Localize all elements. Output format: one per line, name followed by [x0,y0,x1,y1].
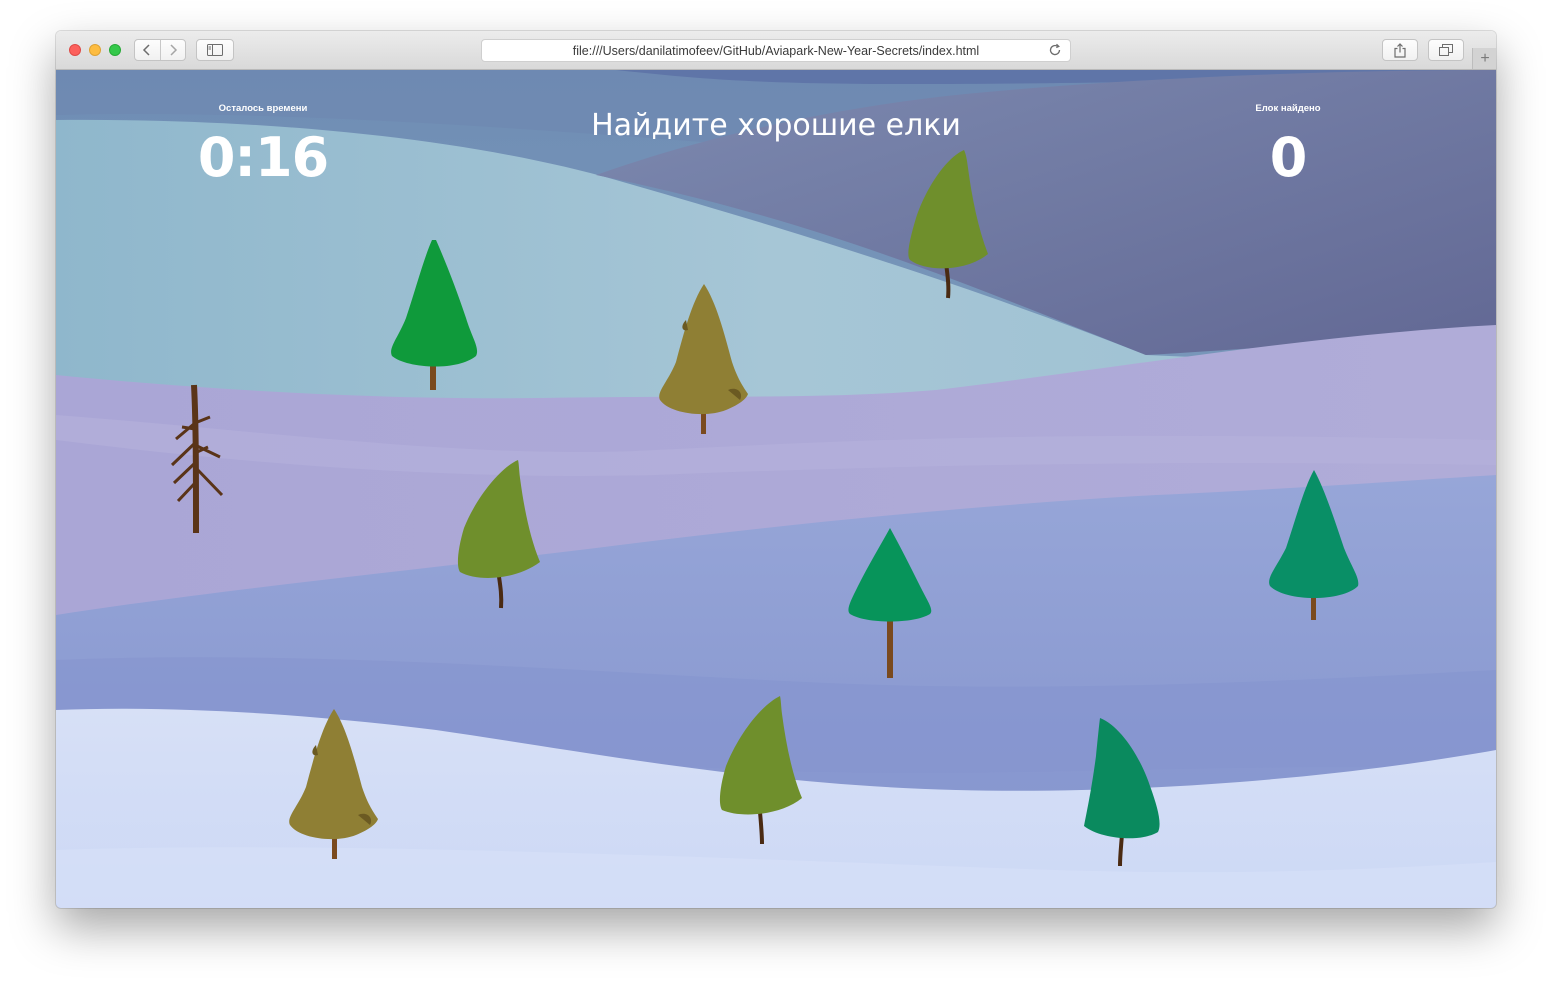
good-tree[interactable] [386,238,482,390]
good-tree[interactable] [846,526,936,678]
game-area: Осталось времени 0:16 Найдите хорошие ел… [56,70,1496,908]
back-button[interactable] [135,40,160,60]
timer-value: 0:16 [197,126,329,189]
bitten-tree[interactable] [656,282,752,434]
reload-icon[interactable] [1048,43,1062,57]
sidebar-button[interactable] [196,39,234,61]
trees-found-label: Елок найдено [1255,103,1321,114]
chevron-left-icon [143,44,150,56]
share-icon [1394,42,1406,58]
navigation-buttons [134,39,186,61]
sidebar-icon [207,44,223,56]
share-button[interactable] [1382,39,1418,61]
tabs-overview-icon [1439,44,1453,56]
chevron-right-icon [170,44,177,56]
bent-tree[interactable] [718,694,804,846]
url-text: file:///Users/danilatimofeev/GitHub/Avia… [572,43,980,58]
browser-toolbar: file:///Users/danilatimofeev/GitHub/Avia… [56,31,1496,70]
game-title: Найдите хорошие елки [591,108,961,143]
forward-button[interactable] [161,40,186,60]
minimize-window-button[interactable] [89,44,101,56]
plus-icon: + [1480,49,1490,67]
dead-tree[interactable] [164,383,234,535]
bent-tree[interactable] [456,458,542,610]
timer-label: Осталось времени [218,103,308,114]
address-bar[interactable]: file:///Users/danilatimofeev/GitHub/Avia… [481,39,1071,62]
new-tab-button[interactable]: + [1472,48,1496,69]
zoom-window-button[interactable] [109,44,121,56]
browser-window: file:///Users/danilatimofeev/GitHub/Avia… [56,31,1496,908]
bitten-tree[interactable] [286,707,382,859]
close-window-button[interactable] [69,44,81,56]
bent-tree[interactable] [1080,716,1166,868]
bent-tree[interactable] [906,148,992,300]
trees-found-value: 0 [1269,126,1308,189]
good-tree[interactable] [1266,468,1362,620]
tabs-overview-button[interactable] [1428,39,1464,61]
